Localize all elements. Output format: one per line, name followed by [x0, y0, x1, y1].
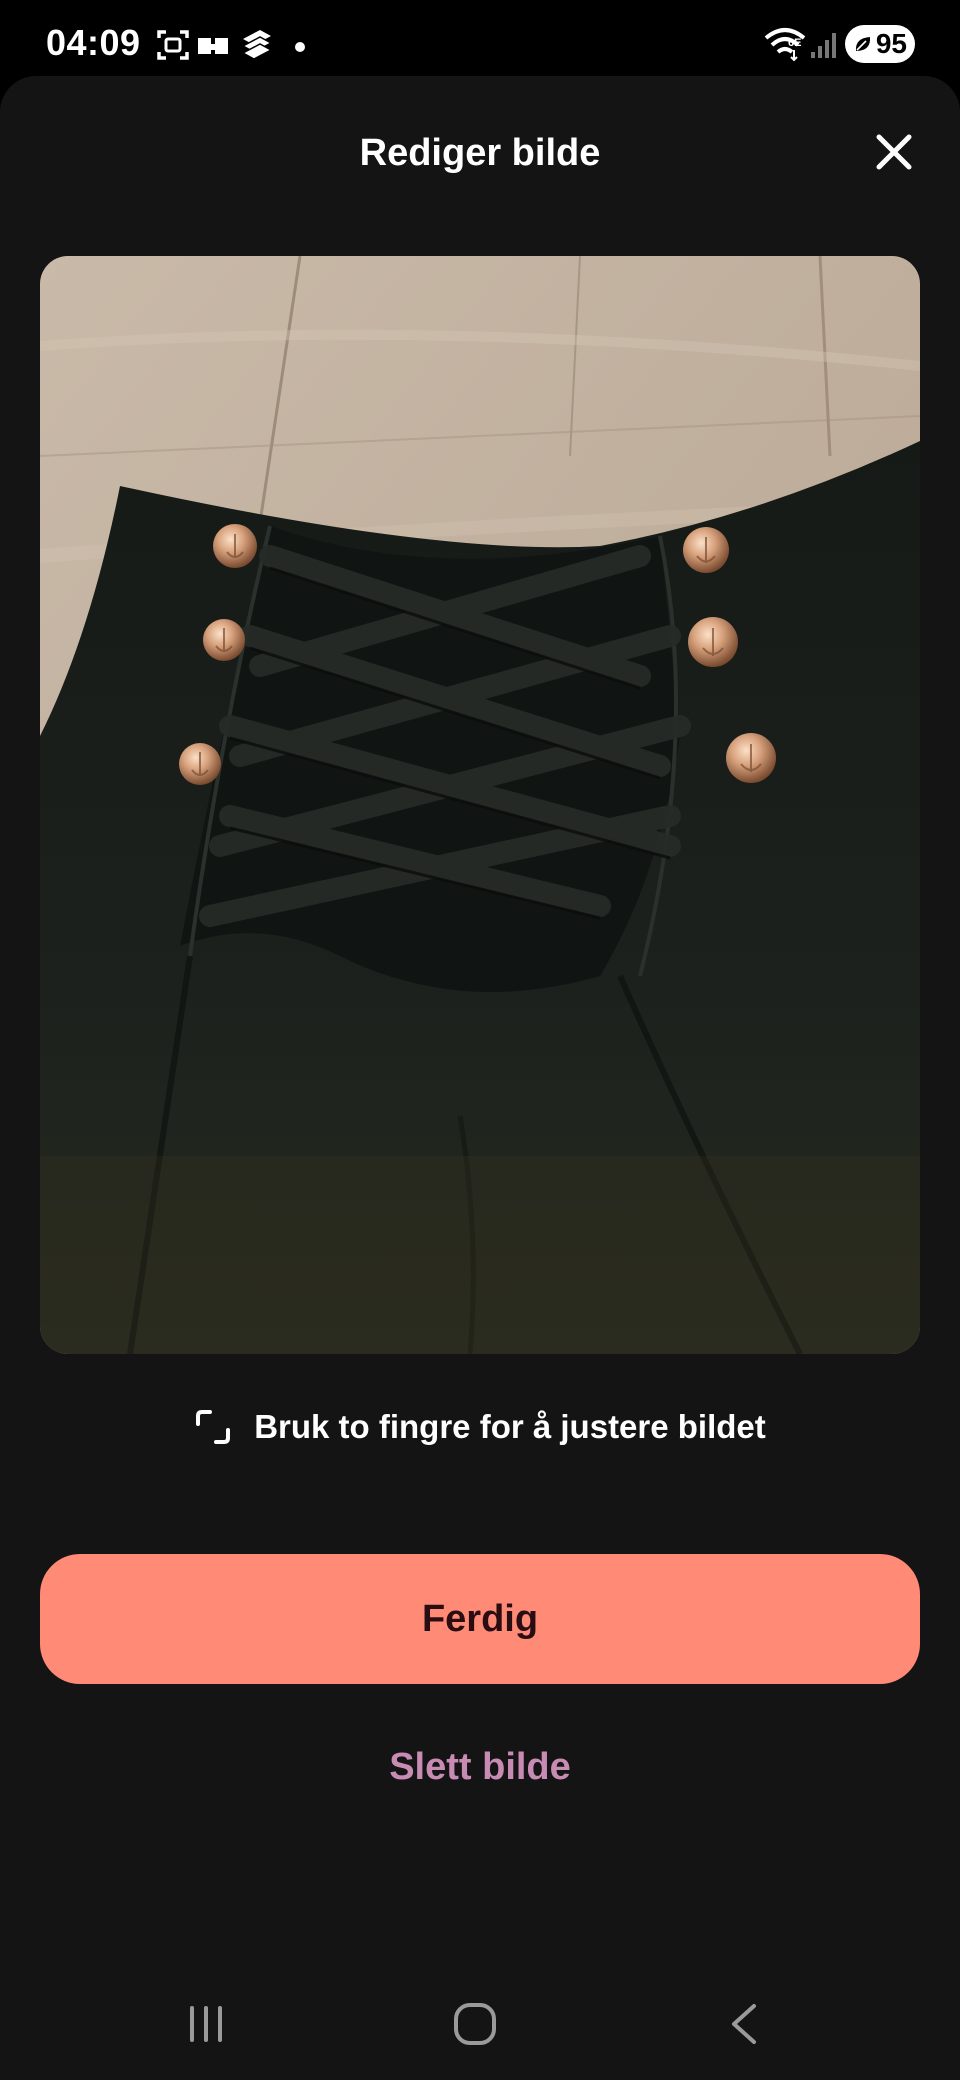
screenshot-icon	[156, 28, 190, 67]
garment-photo	[40, 256, 920, 1354]
photo-preview[interactable]	[40, 256, 920, 1354]
close-button[interactable]	[868, 126, 920, 178]
back-icon	[732, 2004, 756, 2044]
status-time: 04:09	[46, 22, 141, 63]
stack-app-icon	[240, 27, 274, 68]
recents-button[interactable]	[166, 1994, 246, 2054]
done-button[interactable]: Ferdig	[40, 1554, 920, 1684]
cellular-signal-icon	[810, 30, 838, 65]
pinch-hint: Bruk to fingre for å justere bildet	[0, 1408, 960, 1446]
system-nav-bar	[0, 1960, 960, 2080]
recents-icon	[190, 2006, 222, 2042]
hint-text: Bruk to fingre for å justere bildet	[254, 1408, 766, 1445]
back-button[interactable]	[704, 1994, 784, 2054]
wifi-icon: 6E	[764, 26, 806, 67]
status-bar: 04:09 6E 95	[0, 0, 960, 76]
battery-icon: 95	[845, 25, 915, 63]
battery-level: 95	[875, 28, 907, 59]
close-icon	[876, 134, 912, 170]
home-icon	[454, 2003, 496, 2045]
sheet-title: Rediger bilde	[359, 132, 601, 174]
home-button[interactable]	[435, 1994, 515, 2054]
delete-image-button[interactable]: Slett bilde	[0, 1746, 960, 1789]
notification-dot-icon	[294, 40, 306, 58]
crop-adjust-icon	[196, 1410, 231, 1444]
svg-text:6E: 6E	[788, 37, 801, 49]
cast-icon	[198, 36, 230, 61]
